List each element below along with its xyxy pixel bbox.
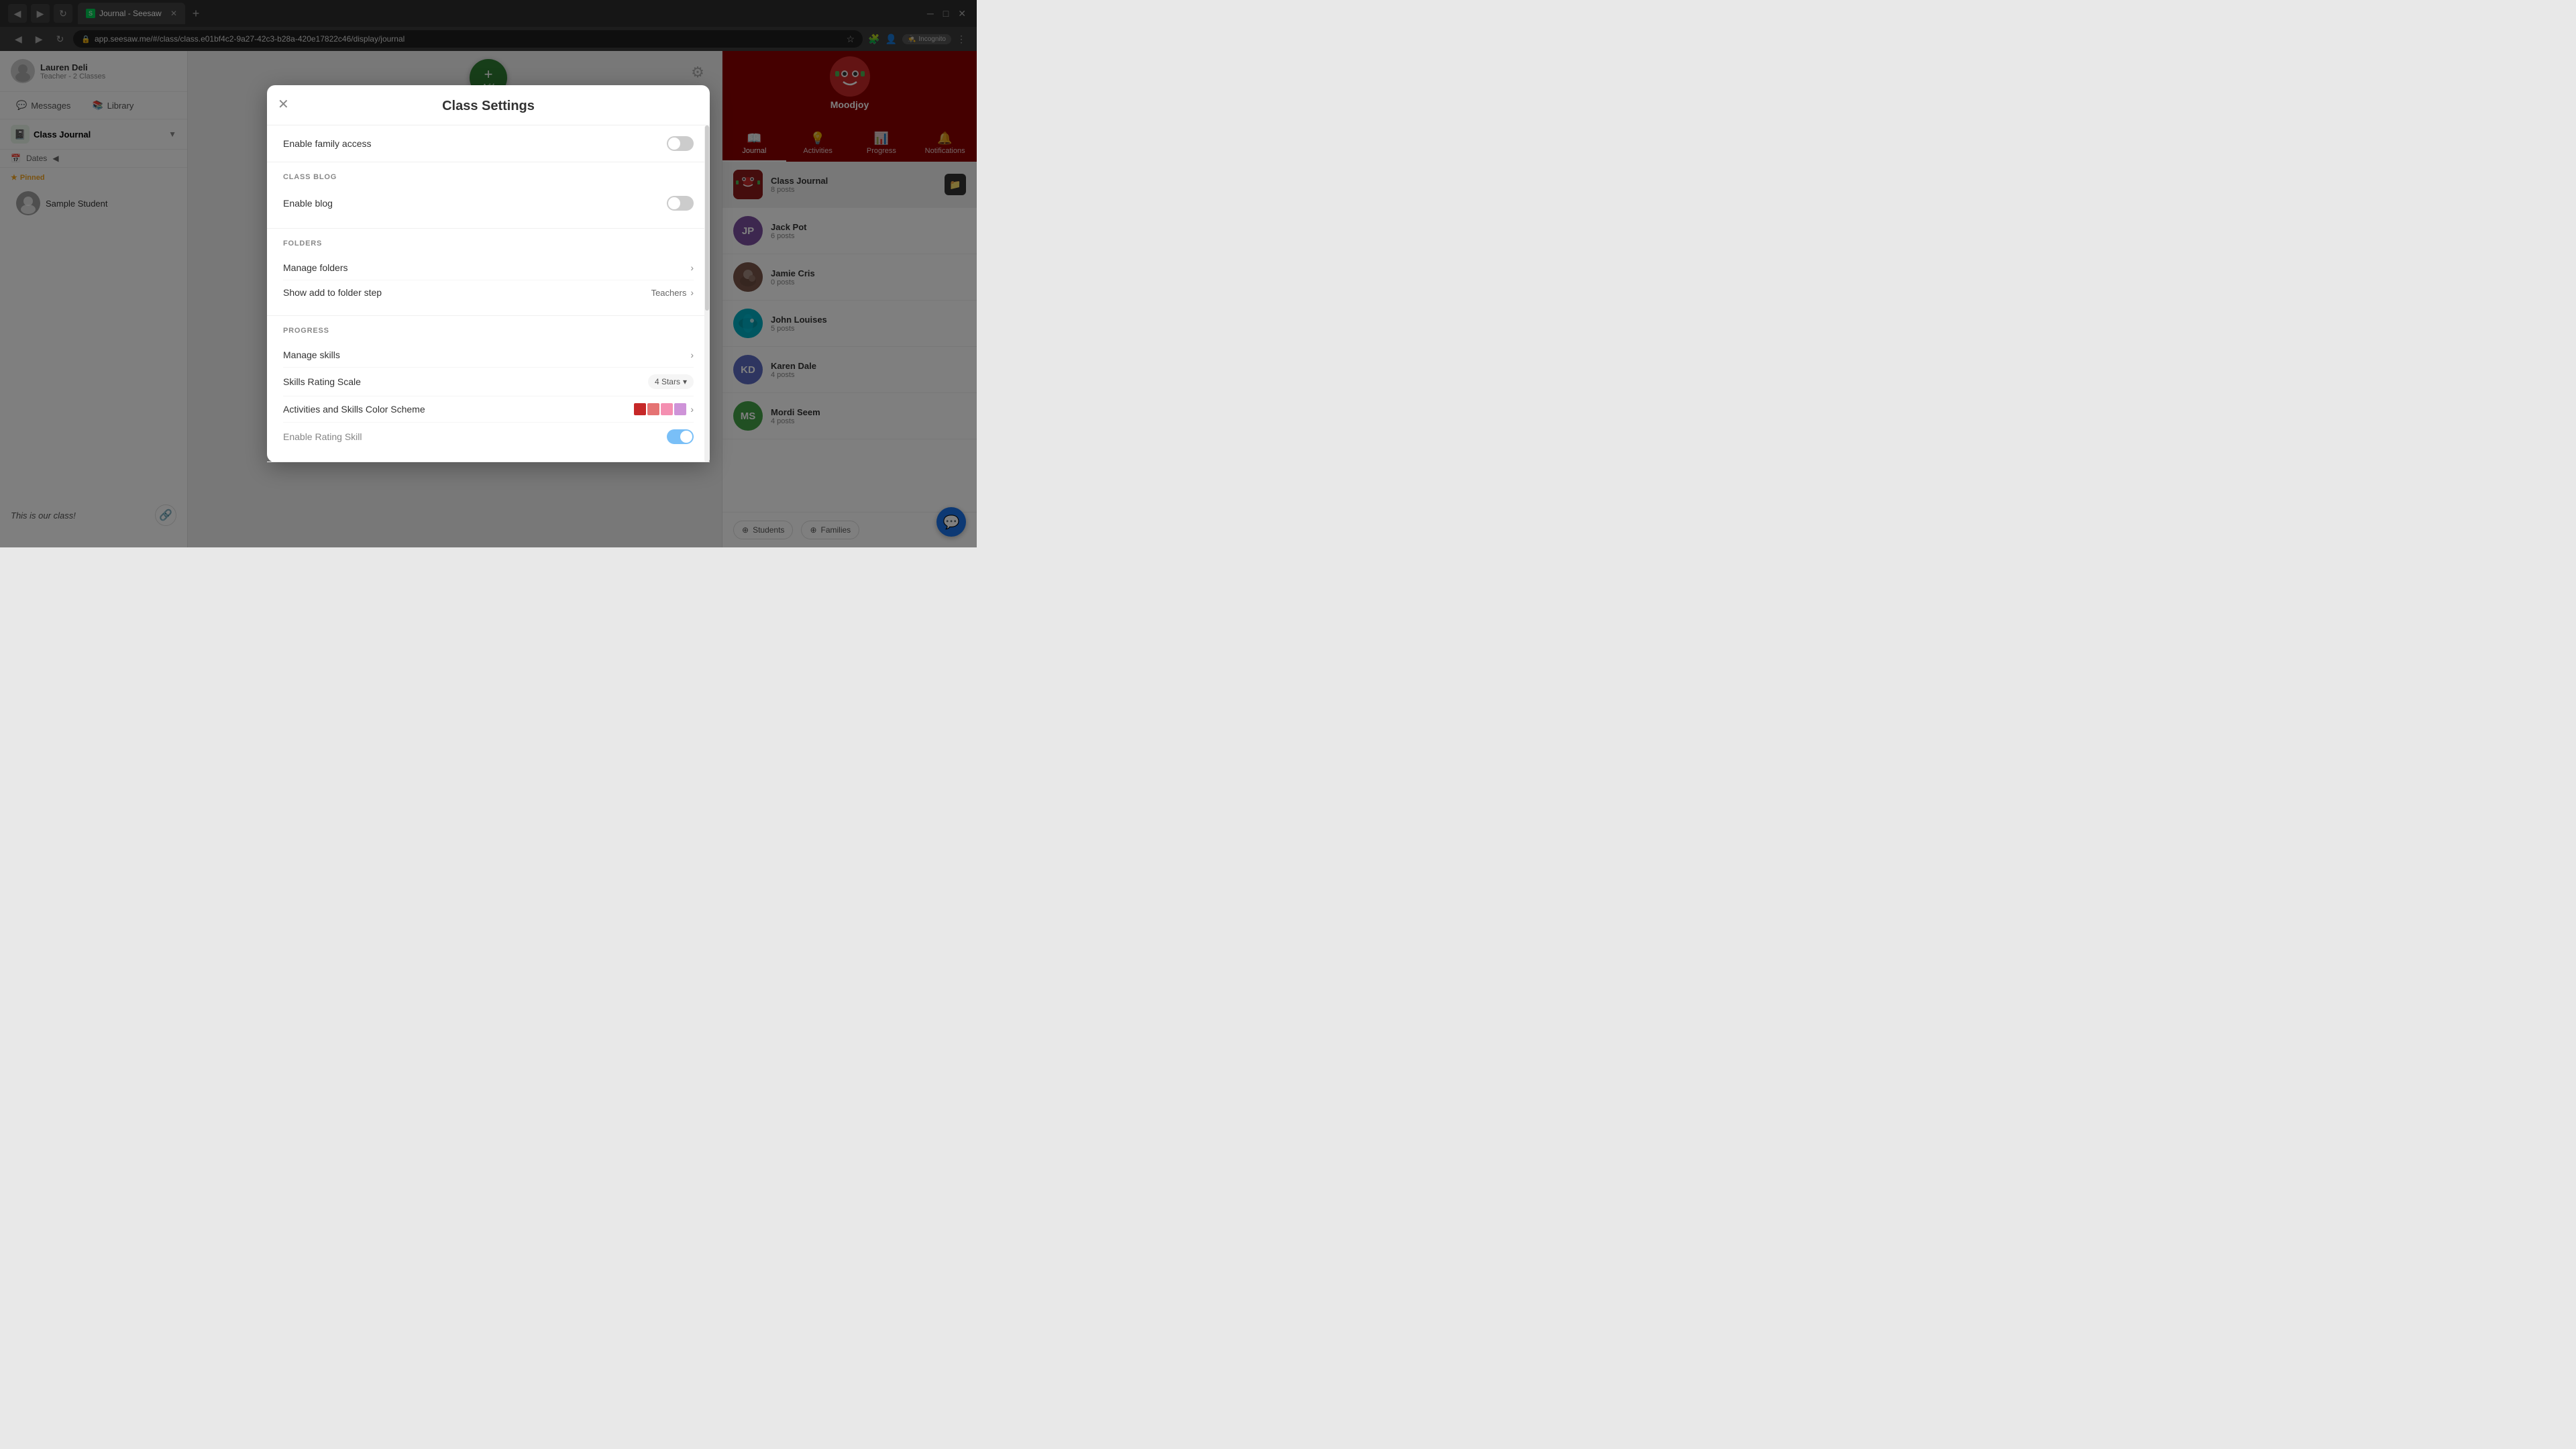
enable-blog-label: Enable blog — [283, 198, 333, 209]
scrollbar-track — [704, 125, 710, 462]
skills-rating-value: 4 Stars — [655, 377, 680, 386]
manage-folders-label: Manage folders — [283, 262, 348, 273]
skills-rating-label: Skills Rating Scale — [283, 376, 361, 387]
class-settings-modal: ✕ Class Settings Enable family access CL… — [267, 85, 710, 462]
manage-skills-chevron-icon: › — [690, 350, 694, 360]
swatch-2 — [647, 403, 659, 415]
skills-rating-select[interactable]: 4 Stars ▾ — [648, 374, 694, 389]
color-scheme-label: Activities and Skills Color Scheme — [283, 404, 425, 415]
modal-overlay[interactable]: ✕ Class Settings Enable family access CL… — [0, 0, 977, 547]
manage-skills-row[interactable]: Manage skills › — [283, 343, 694, 368]
modal-body[interactable]: Enable family access CLASS BLOG Enable b… — [267, 125, 710, 462]
show-add-folder-label: Show add to folder step — [283, 287, 382, 298]
enable-blog-toggle[interactable] — [667, 196, 694, 211]
progress-label: PROGRESS — [283, 327, 694, 335]
skills-rating-row[interactable]: Skills Rating Scale 4 Stars ▾ — [283, 368, 694, 396]
family-access-toggle[interactable] — [667, 136, 694, 151]
folders-label: FOLDERS — [283, 239, 694, 248]
teachers-value: Teachers — [651, 288, 687, 298]
family-access-row[interactable]: Enable family access — [267, 125, 710, 162]
stars-dropdown-icon: ▾ — [683, 377, 687, 386]
enable-rating-toggle[interactable] — [667, 429, 694, 444]
enable-rating-label: Enable Rating Skill — [283, 431, 362, 442]
folders-section: FOLDERS Manage folders › Show add to fol… — [267, 229, 710, 316]
color-scheme-chevron-icon: › — [690, 404, 694, 415]
color-swatches — [634, 403, 686, 415]
swatch-4 — [674, 403, 686, 415]
family-access-label: Enable family access — [283, 138, 372, 149]
modal-close-button[interactable]: ✕ — [278, 96, 289, 113]
swatch-3 — [661, 403, 673, 415]
enable-blog-row[interactable]: Enable blog — [283, 189, 694, 217]
modal-title: Class Settings — [283, 99, 694, 114]
manage-folders-row[interactable]: Manage folders › — [283, 256, 694, 280]
modal-header: ✕ Class Settings — [267, 85, 710, 125]
manage-skills-label: Manage skills — [283, 350, 340, 360]
color-scheme-row[interactable]: Activities and Skills Color Scheme › — [283, 396, 694, 423]
class-blog-section: CLASS BLOG Enable blog — [267, 162, 710, 229]
show-add-folder-row[interactable]: Show add to folder step Teachers › — [283, 280, 694, 305]
color-scheme-value: › — [634, 403, 694, 415]
swatch-1 — [634, 403, 646, 415]
progress-section: PROGRESS Manage skills › Skills Rating S… — [267, 316, 710, 462]
show-add-folder-value: Teachers › — [651, 287, 694, 298]
class-blog-label: CLASS BLOG — [283, 173, 694, 181]
enable-rating-row[interactable]: Enable Rating Skill — [283, 423, 694, 451]
manage-folders-chevron-icon: › — [690, 262, 694, 273]
show-add-folder-chevron-icon: › — [690, 287, 694, 298]
scrollbar-thumb[interactable] — [705, 125, 709, 311]
